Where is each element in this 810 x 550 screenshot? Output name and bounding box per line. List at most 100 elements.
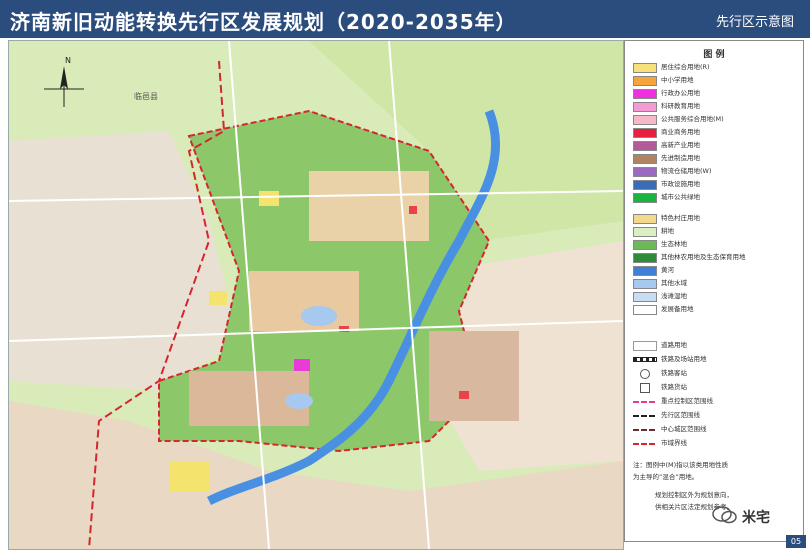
legend-item: 城市公共绿地	[633, 193, 803, 203]
legend-line-item: 重点控制区范围线	[633, 397, 803, 407]
legend-label: 中小学用地	[661, 76, 694, 84]
legend-line-swatch	[640, 383, 650, 393]
legend-label: 其他水域	[661, 279, 687, 287]
legend-swatch	[633, 180, 657, 190]
legend-label: 先行区范围线	[661, 411, 700, 419]
legend-label: 公共服务综合用地(M)	[661, 115, 724, 123]
place-label-linyi: 临邑县	[134, 91, 158, 101]
legend-label: 铁路客站	[661, 369, 687, 377]
legend-swatch	[633, 253, 657, 263]
legend-line-swatch	[633, 429, 655, 431]
legend-label: 生态林地	[661, 240, 687, 248]
page-subtitle: 先行区示意图	[715, 15, 794, 30]
admin-center	[294, 359, 310, 371]
legend-line-swatch	[633, 415, 655, 417]
legend-item: 商业商务用地	[633, 128, 803, 138]
legend-swatch	[633, 115, 657, 125]
legend-swatch	[633, 154, 657, 164]
legend-swatch	[633, 89, 657, 99]
wechat-icon	[712, 506, 737, 524]
page-title: 济南新旧动能转换先行区发展规划（2020-2035年）	[10, 10, 517, 34]
legend-swatch	[633, 214, 657, 224]
legend-line-swatch	[633, 357, 657, 362]
legend-label: 黄河	[661, 266, 674, 274]
legend-item: 发展备用地	[633, 305, 803, 315]
legend-item: 中小学用地	[633, 76, 803, 86]
legend-line-item: 先行区范围线	[633, 411, 803, 421]
block-center	[249, 271, 359, 331]
legend-line-item: 铁路货站	[633, 383, 803, 393]
legend-label: 特色村庄用地	[661, 214, 700, 222]
legend-line-item: 铁路及场站用地	[633, 355, 803, 365]
legend-item: 特色村庄用地	[633, 214, 803, 224]
legend-item: 高新产业用地	[633, 141, 803, 151]
legend-line-swatch	[633, 443, 655, 445]
legend-label: 其他林农用地及生态保育用地	[661, 253, 746, 261]
legend-swatch	[633, 76, 657, 86]
legend-label: 重点控制区范围线	[661, 397, 713, 405]
legend-item: 居住综合用地(R)	[633, 63, 803, 73]
residential-patch	[169, 461, 209, 491]
legend-label: 浅滩湿地	[661, 292, 687, 300]
legend-label: 耕地	[661, 227, 674, 235]
legend-line-swatch	[633, 341, 657, 351]
legend-item: 科研教育用地	[633, 102, 803, 112]
residential-patch	[209, 291, 227, 305]
legend-label: 先进制造用地	[661, 154, 700, 162]
legend-note: 注：图例中(M)指以该类用地性质	[633, 461, 729, 469]
legend-label: 道路用地	[661, 341, 687, 349]
legend-swatch	[633, 141, 657, 151]
legend-item: 浅滩湿地	[633, 292, 803, 302]
commercial-spot	[409, 206, 417, 214]
legend-label: 城市公共绿地	[661, 193, 700, 201]
legend-note: 规划控制区外为规划意向，	[655, 491, 733, 499]
legend-line-swatch	[640, 369, 650, 379]
legend-label: 行政办公用地	[661, 89, 700, 97]
legend-swatch	[633, 227, 657, 237]
legend-line-item: 道路用地	[633, 341, 803, 351]
planning-map: N 临邑县	[8, 40, 624, 550]
legend-item: 其他水域	[633, 279, 803, 289]
legend-label: 商业商务用地	[661, 128, 700, 136]
map-canvas: N 临邑县	[9, 41, 623, 549]
legend-swatch	[633, 279, 657, 289]
legend-item: 先进制造用地	[633, 154, 803, 164]
legend-swatch	[633, 292, 657, 302]
legend-swatch	[633, 193, 657, 203]
residential-patch	[259, 191, 279, 206]
page-number: 05	[786, 535, 806, 548]
legend-item: 行政办公用地	[633, 89, 803, 99]
legend-label: 物流仓储用地(W)	[661, 167, 712, 175]
legend-label: 铁路及场站用地	[661, 355, 707, 363]
legend-item: 耕地	[633, 227, 803, 237]
legend-item: 黄河	[633, 266, 803, 276]
legend-label: 中心城区范围线	[661, 425, 707, 433]
page: 济南新旧动能转换先行区发展规划（2020-2035年） 先行区示意图 N 临邑县…	[0, 0, 810, 550]
legend-item: 公共服务综合用地(M)	[633, 115, 803, 125]
lake	[301, 306, 337, 326]
legend-swatch	[633, 102, 657, 112]
legend-label: 高新产业用地	[661, 141, 700, 149]
legend-swatch	[633, 128, 657, 138]
legend-title: 图 例	[703, 50, 725, 60]
legend-panel: 图 例 居住综合用地(R) 中小学用地行政办公用地 科研教育用地公共服务综合用地(M…	[624, 40, 804, 542]
legend-line-swatch	[633, 401, 655, 403]
legend-label: 科研教育用地	[661, 102, 700, 110]
legend-swatch	[633, 167, 657, 177]
legend-item: 生态林地	[633, 240, 803, 250]
north-label: N	[65, 56, 71, 65]
legend-line-item: 中心城区范围线	[633, 425, 803, 435]
legend-label: 居住综合用地(R)	[661, 63, 710, 71]
legend-label: 铁路货站	[661, 383, 687, 391]
legend-swatch	[633, 305, 657, 315]
legend-item: 物流仓储用地(W)	[633, 167, 803, 177]
legend-item: 市政设施用地	[633, 180, 803, 190]
block-east	[429, 331, 519, 421]
legend-note: 为主导的“混合”用地。	[633, 473, 699, 481]
watermark: 米宅	[712, 505, 792, 527]
watermark-text: 米宅	[742, 510, 770, 526]
legend-label: 发展备用地	[661, 305, 694, 313]
legend-swatch	[633, 240, 657, 250]
legend-swatch	[633, 63, 657, 73]
legend-label: 市政设施用地	[661, 180, 700, 188]
